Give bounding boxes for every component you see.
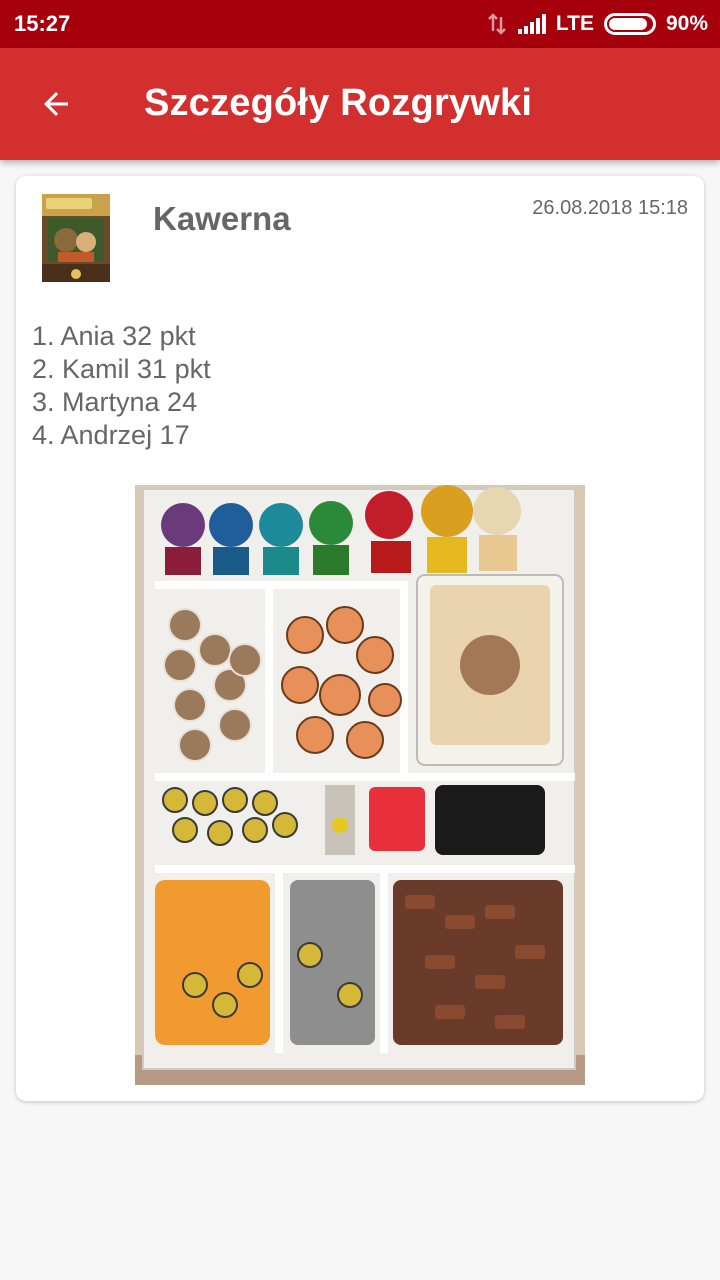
game-session-card: Kawerna 26.08.2018 15:18 1. Ania 32 pkt … bbox=[16, 176, 704, 1101]
game-box-thumbnail bbox=[42, 194, 110, 282]
signal-strength-icon bbox=[517, 14, 546, 34]
status-bar: 15:27 LTE 90% bbox=[0, 0, 720, 48]
results-list: 1. Ania 32 pkt 2. Kamil 31 pkt 3. Martyn… bbox=[32, 320, 211, 452]
result-item: 4. Andrzej 17 bbox=[32, 420, 190, 450]
data-transfer-icon bbox=[487, 13, 506, 35]
page-title: Szczegóły Rozgrywki bbox=[144, 82, 533, 124]
battery-percent: 90% bbox=[665, 12, 708, 35]
back-button[interactable] bbox=[24, 76, 88, 132]
result-item: 3. Martyna 24 bbox=[32, 387, 198, 417]
battery-icon bbox=[603, 13, 656, 35]
session-photo[interactable] bbox=[135, 485, 585, 1085]
arrow-back-icon bbox=[44, 92, 68, 116]
game-name: Kawerna bbox=[153, 200, 291, 237]
session-date: 26.08.2018 15:18 bbox=[532, 197, 688, 219]
result-item: 1. Ania 32 pkt bbox=[32, 321, 196, 351]
app-bar: Szczegóły Rozgrywki bbox=[0, 48, 720, 160]
status-time: 15:27 bbox=[14, 11, 71, 36]
network-type-label: LTE bbox=[555, 12, 594, 35]
result-item: 2. Kamil 31 pkt bbox=[32, 354, 211, 384]
status-icons: LTE 90% bbox=[486, 10, 708, 38]
